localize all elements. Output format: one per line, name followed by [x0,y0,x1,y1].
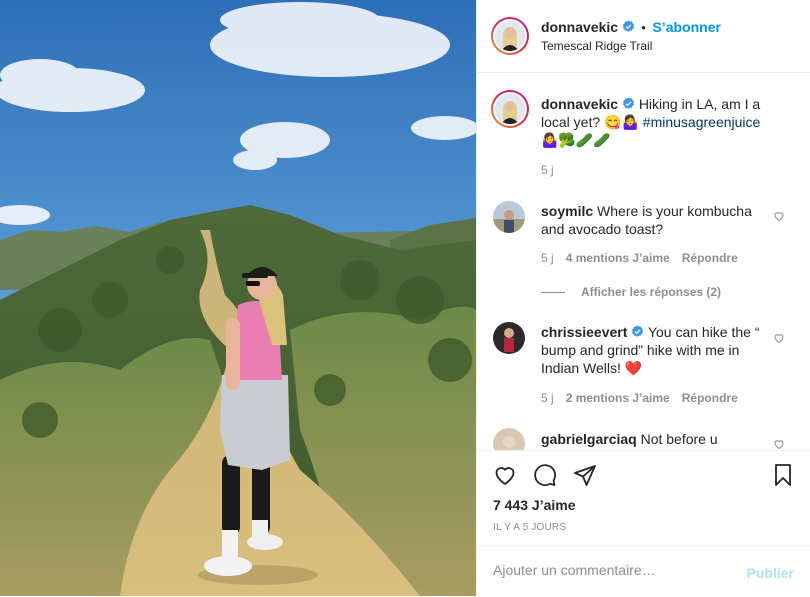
comment-avatar-soymilc[interactable] [493,201,525,233]
author-avatar-image [495,21,525,51]
replies-line [541,292,565,294]
post-sidebar: donnavekic • S’abonner Temescal Ridge Tr… [476,0,810,596]
add-comment-bar: Publier [477,545,810,597]
caption-text: donnavekic Hiking in LA, am I a local ye… [541,95,791,149]
comment-like-heart-icon[interactable] [773,332,785,344]
hiking-photo [0,0,476,596]
caption-hashtag[interactable]: #minusagreenjuice [643,114,761,130]
comment-age[interactable]: 5 j [541,251,554,265]
comment-avatar-image [493,322,525,354]
caption-username[interactable]: donnavekic [541,96,618,112]
comment-body: Not before u [640,431,718,447]
heart-icon[interactable] [493,463,517,487]
follow-button[interactable]: S’abonner [652,19,720,35]
comment-avatar-gabrielgarciaq[interactable] [493,428,525,450]
comment-likes[interactable]: 4 mentions J’aime [566,251,670,265]
comment-username[interactable]: gabrielgarciaq [541,431,637,447]
author-username[interactable]: donnavekic [541,19,618,35]
comment-avatar-image [493,201,525,233]
view-replies-button[interactable]: Afficher les réponses (2) [541,285,721,299]
bookmark-icon[interactable] [771,463,795,487]
paper-plane-icon[interactable] [573,463,597,487]
comment-input[interactable] [493,562,733,578]
comment-username[interactable]: soymilc [541,203,593,219]
verified-badge-icon [622,97,634,109]
comment-text: soymilc Where is your kombucha and avoca… [541,202,761,238]
post-photo[interactable] [0,0,476,596]
comment-text: chrissieevert You can hike the “ bump an… [541,323,761,377]
separator-dot: • [641,20,646,35]
comment-text: gabrielgarciaq Not before u [541,430,761,448]
comment-age[interactable]: 5 j [541,391,554,405]
verified-badge-icon [622,20,634,32]
instagram-post: donnavekic • S’abonner Temescal Ridge Tr… [0,0,810,596]
comments-list[interactable]: donnavekic Hiking in LA, am I a local ye… [477,73,810,450]
comment-username[interactable]: chrissieevert [541,324,627,340]
comment-like-heart-icon[interactable] [773,438,785,450]
publish-button[interactable]: Publier [747,565,794,581]
author-avatar[interactable] [491,17,529,55]
comment-meta: 5 j 4 mentions J’aime Répondre [541,251,738,265]
caption-avatar-image [495,94,525,124]
comment-meta: 5 j 2 mentions J’aime Répondre [541,391,738,405]
post-header: donnavekic • S’abonner Temescal Ridge Tr… [477,0,810,73]
comment-reply-button[interactable]: Répondre [682,251,738,265]
caption-age[interactable]: 5 j [541,163,554,177]
comment-like-heart-icon[interactable] [773,210,785,222]
comment-likes[interactable]: 2 mentions J’aime [566,391,670,405]
verified-badge-icon [632,325,644,337]
post-actions: 7 443 J’aime IL Y A 5 JOURS [477,450,810,546]
post-location[interactable]: Temescal Ridge Trail [541,39,652,53]
caption-emoji-line: 🤷‍♀️🥦🥒🥒 [541,132,611,148]
comment-avatar-image [493,428,525,450]
comment-reply-button[interactable]: Répondre [682,391,738,405]
post-timestamp[interactable]: IL Y A 5 JOURS [493,522,566,533]
view-replies-label: Afficher les réponses (2) [581,285,722,299]
comment-bubble-icon[interactable] [533,463,557,487]
caption-avatar[interactable] [491,90,529,128]
likes-count[interactable]: 7 443 J’aime [493,497,576,513]
comment-avatar-chrissieevert[interactable] [493,322,525,354]
